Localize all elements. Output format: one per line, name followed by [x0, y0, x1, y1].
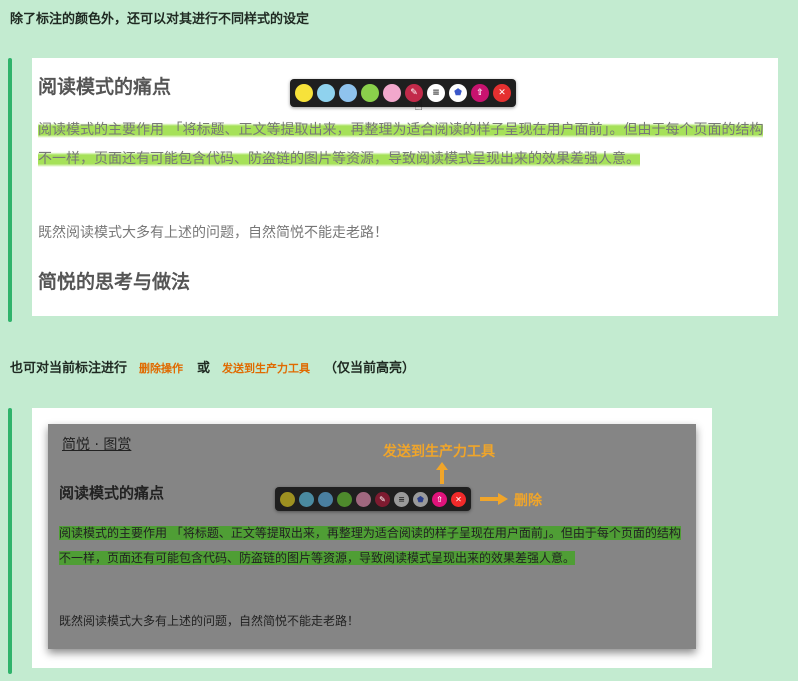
- paragraph-text: 阅读模式的主要作用: [38, 122, 169, 138]
- screenshot-frame: 简悦 · 图赏 阅读模式的痛点 阅读模式的主要作用 「将标题、正文等提取出来，再…: [48, 424, 696, 649]
- color-yellow-button[interactable]: [280, 491, 295, 507]
- hand-cursor-icon: ☝: [414, 96, 424, 114]
- highlighted-span[interactable]: 阅读模式的主要作用 「将标题、正文等提取出来，再整理为适合阅读的样子呈现在用户面…: [59, 526, 681, 565]
- color-green-button[interactable]: [361, 84, 379, 102]
- color-blue-button[interactable]: [318, 491, 333, 507]
- article-heading-2: 简悦的思考与做法: [38, 271, 191, 293]
- tag-icon[interactable]: ⬟: [449, 84, 467, 102]
- send-action-label: 发送到生产力工具: [222, 362, 311, 375]
- quote-bar-1: [8, 58, 12, 322]
- annotation-toolbar-dimmed: ✎ ≡ ⬟ ⇧ ✕: [275, 487, 471, 511]
- delete-annotation: 删除: [514, 493, 542, 509]
- caption-text: 也可对当前标注进行: [10, 361, 128, 376]
- send-annotation: 发送到生产力工具: [383, 444, 495, 460]
- intro-text: 除了标注的颜色外，还可以对其进行不同样式的设定: [10, 12, 310, 27]
- arrow-up-stem: [440, 470, 444, 484]
- article-heading-1: 阅读模式的痛点: [38, 76, 172, 98]
- quote-bar-2: [8, 408, 12, 674]
- color-blue-button[interactable]: [339, 84, 357, 102]
- caption-or: 或: [197, 361, 211, 376]
- underline-highlight[interactable]: 阅读模式的主要作用 「将标题、正文等提取出来，再整理为适合阅读的样子呈现在用户面…: [38, 122, 764, 167]
- arrow-up-icon: [436, 462, 448, 470]
- article-paragraph-2: 既然阅读模式大多有上述的问题，自然简悦不能走老路！: [38, 225, 388, 241]
- mid-caption: 也可对当前标注进行 删除操作或发送到生产力工具 （仅当前高亮）: [10, 357, 415, 376]
- color-lightblue-button[interactable]: [317, 84, 335, 102]
- demo-card-2: 简悦 · 图赏 阅读模式的痛点 阅读模式的主要作用 「将标题、正文等提取出来，再…: [32, 408, 712, 668]
- color-lightblue-button[interactable]: [299, 491, 314, 507]
- caption-note: （仅当前高亮）: [324, 361, 416, 376]
- export-icon[interactable]: ⇧: [432, 491, 447, 507]
- breadcrumb[interactable]: 简悦 · 图赏: [62, 434, 131, 454]
- article-paragraph-1: 阅读模式的主要作用 「将标题、正文等提取出来，再整理为适合阅读的样子呈现在用户面…: [59, 521, 691, 571]
- arrow-right-icon: [498, 493, 508, 505]
- note-icon[interactable]: ≡: [427, 84, 445, 102]
- tag-icon[interactable]: ⬟: [413, 491, 428, 507]
- arrow-right-stem: [480, 497, 498, 501]
- delete-action-label: 删除操作: [139, 362, 184, 375]
- color-pink-button[interactable]: [356, 491, 371, 507]
- export-icon[interactable]: ⇧: [471, 84, 489, 102]
- color-pink-button[interactable]: [383, 84, 401, 102]
- delete-icon[interactable]: ✕: [451, 491, 466, 507]
- article-paragraph-1: 阅读模式的主要作用 「将标题、正文等提取出来，再整理为适合阅读的样子呈现在用户面…: [38, 116, 772, 174]
- highlighter-icon[interactable]: ✎: [375, 491, 390, 507]
- article-paragraph-2: 既然阅读模式大多有上述的问题，自然简悦不能走老路！: [59, 614, 360, 628]
- delete-icon[interactable]: ✕: [493, 84, 511, 102]
- color-yellow-button[interactable]: [295, 84, 313, 102]
- paragraph-text: 阅读模式的主要作用: [59, 526, 171, 540]
- article-heading: 阅读模式的痛点: [59, 484, 165, 502]
- color-green-button[interactable]: [337, 491, 352, 507]
- note-icon[interactable]: ≡: [394, 491, 409, 507]
- annotation-toolbar: ✎ ≡ ⬟ ⇧ ✕: [290, 79, 516, 107]
